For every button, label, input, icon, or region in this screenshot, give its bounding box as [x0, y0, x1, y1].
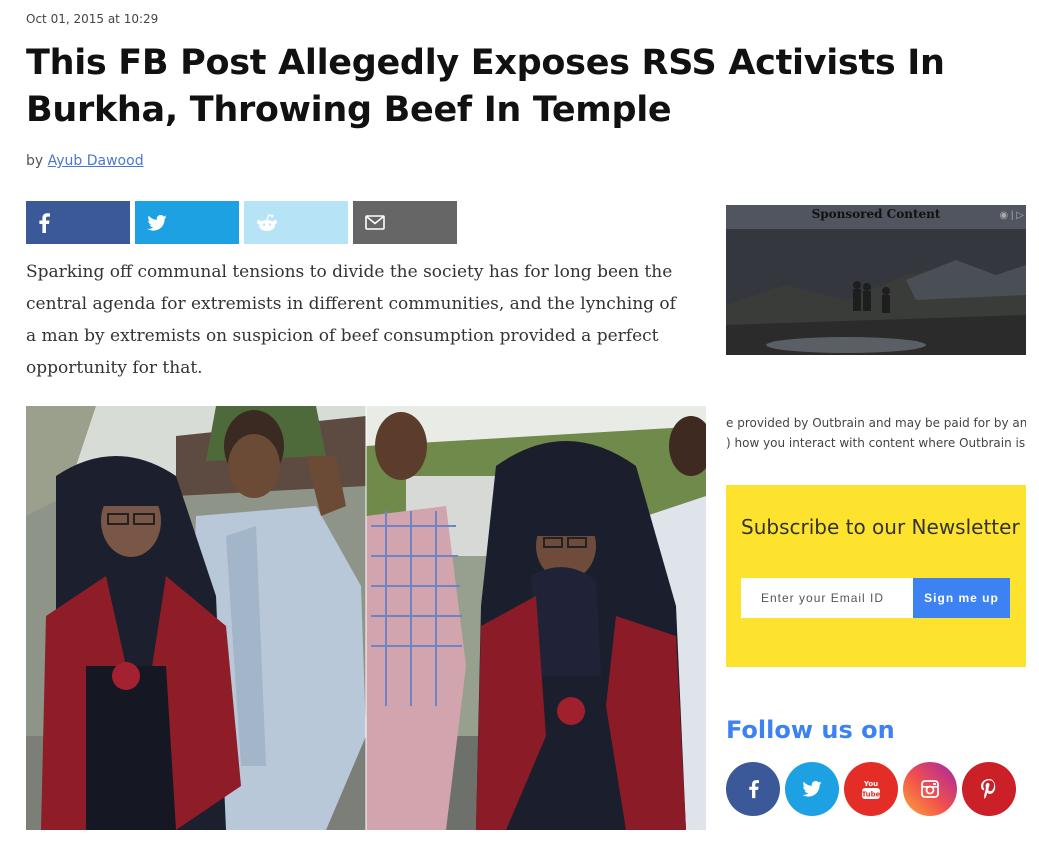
svg-text:Tube: Tube	[862, 791, 881, 799]
byline-prefix: by	[26, 153, 44, 169]
article-title: This FB Post Allegedly Exposes RSS Activ…	[26, 43, 945, 130]
follow-us-title: Follow us on	[726, 716, 895, 744]
social-twitter-button[interactable]	[785, 762, 839, 816]
pinterest-icon	[981, 779, 996, 799]
sponsored-content[interactable]: Sponsored Content ◉ | ▷	[726, 205, 1026, 355]
email-icon	[365, 215, 385, 230]
social-instagram-button[interactable]	[903, 762, 957, 816]
social-pinterest-button[interactable]	[962, 762, 1016, 816]
article-intro: Sparking off communal tensions to divide…	[26, 262, 676, 378]
article-date: Oct 01, 2015 at 10:29	[26, 12, 159, 26]
sponsored-label: Sponsored Content	[811, 207, 941, 221]
facebook-icon	[39, 212, 50, 233]
share-twitter-button[interactable]	[135, 201, 239, 244]
newsletter-email-input[interactable]	[741, 578, 913, 618]
newsletter-box: Subscribe to our Newsletter Sign me up	[726, 485, 1026, 667]
sponsored-image	[726, 205, 1026, 355]
share-email-button[interactable]	[353, 201, 457, 244]
share-reddit-button[interactable]	[244, 201, 348, 244]
outbrain-disclosure: e provided by Outbrain and may be paid f…	[726, 413, 1026, 461]
ad-choices-icon[interactable]: ◉ | ▷	[999, 210, 1024, 221]
article-photo	[26, 406, 706, 830]
share-facebook-button[interactable]	[26, 201, 130, 244]
newsletter-signup-button[interactable]: Sign me up	[913, 578, 1010, 618]
twitter-icon	[147, 214, 167, 231]
social-youtube-button[interactable]: You Tube	[844, 762, 898, 816]
twitter-icon	[802, 781, 822, 797]
outbrain-line-1: e provided by Outbrain and may be paid f…	[726, 416, 1026, 430]
outbrain-line-2: ) how you interact with content where Ou…	[726, 436, 1026, 450]
author-link[interactable]: Ayub Dawood	[48, 153, 144, 169]
byline: by Ayub Dawood	[26, 153, 144, 169]
svg-text:You: You	[863, 780, 878, 788]
newsletter-title: Subscribe to our Newsletter	[741, 515, 1020, 539]
instagram-icon	[921, 780, 939, 798]
facebook-icon	[748, 780, 759, 799]
social-facebook-button[interactable]	[726, 762, 780, 816]
reddit-icon	[257, 213, 277, 231]
youtube-icon: You Tube	[862, 780, 881, 799]
